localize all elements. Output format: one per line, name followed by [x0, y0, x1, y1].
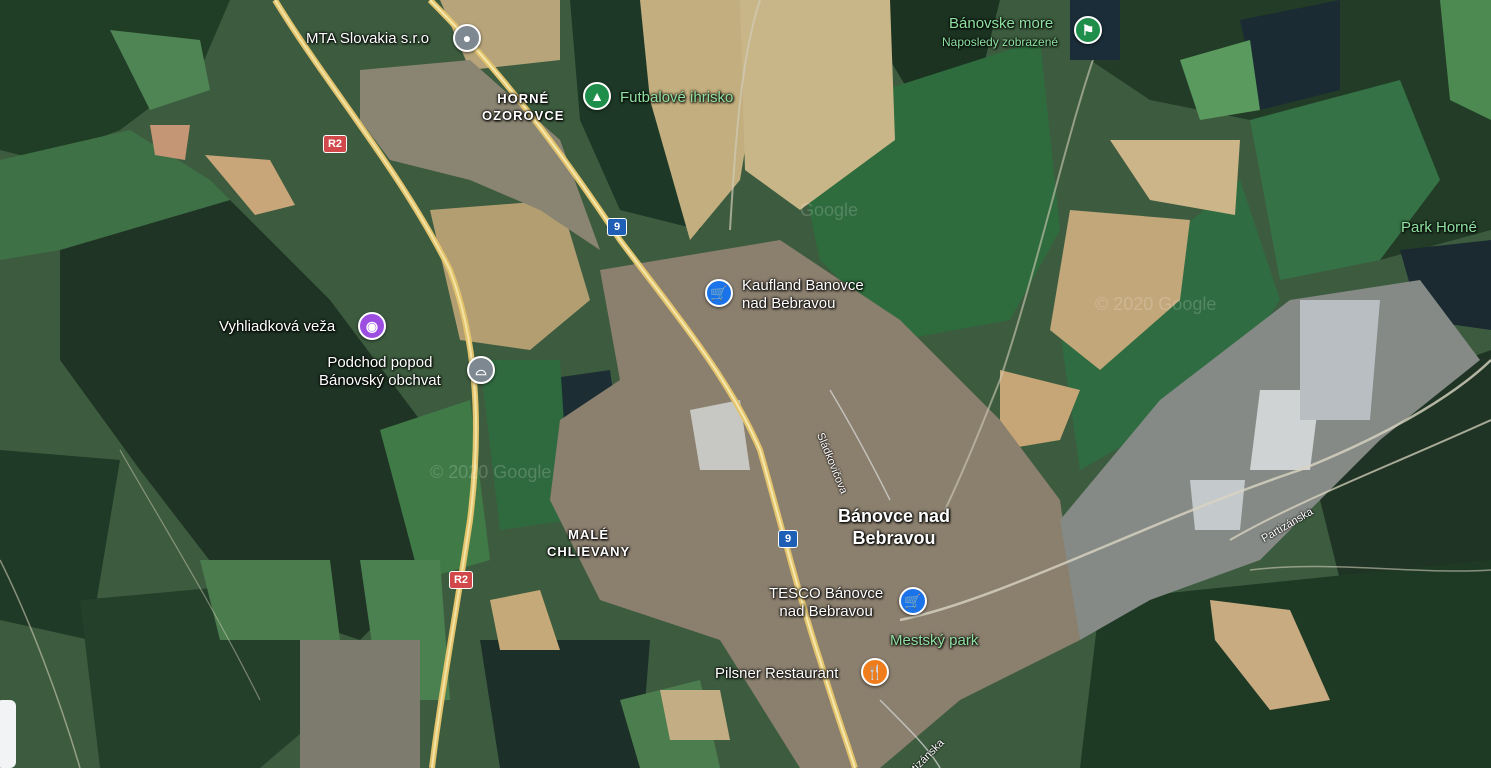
camera-icon[interactable]: ◉: [358, 312, 386, 340]
place-label-park-horne[interactable]: Park Horné: [1401, 219, 1477, 237]
place-label-mestsky-park[interactable]: Mestský park: [890, 632, 978, 650]
road-shield-9: 9: [607, 218, 627, 236]
road-shield-9: 9: [778, 530, 798, 548]
satellite-map[interactable]: Google © 2020 Google © 2020 Google R2 R2…: [0, 0, 1491, 768]
place-label-futbal[interactable]: Futbalové ihrisko: [620, 89, 733, 107]
place-label-banovske-more[interactable]: Bánovske more: [949, 15, 1053, 33]
road-shield-r2: R2: [323, 135, 347, 153]
city-label-banovce: Bánovce nad Bebravou: [838, 506, 951, 548]
place-label-tesco[interactable]: TESCO Bánovce nad Bebravou: [769, 585, 883, 621]
village-label-male-chlievany: MALÉ CHLIEVANY: [547, 527, 631, 559]
restaurant-icon[interactable]: 🍴: [861, 658, 889, 686]
satellite-imagery: [0, 0, 1491, 768]
village-label-horne-ozorovce: HORNÉ OZOROVCE: [482, 91, 565, 123]
google-watermark: © 2020 Google: [1095, 294, 1217, 314]
google-watermark: © 2020 Google: [430, 462, 552, 482]
tree-park-icon[interactable]: ▲: [583, 82, 611, 110]
shopping-cart-icon[interactable]: 🛒: [899, 587, 927, 615]
side-panel-tab[interactable]: [0, 700, 16, 768]
place-pin-icon[interactable]: ●: [453, 24, 481, 52]
road-shield-r2: R2: [449, 571, 473, 589]
google-watermark: Google: [800, 200, 859, 220]
place-label-kaufland[interactable]: Kaufland Banovce nad Bebravou: [742, 277, 864, 313]
bridge-icon[interactable]: ⌓: [467, 356, 495, 384]
shopping-cart-icon[interactable]: 🛒: [705, 279, 733, 307]
place-label-pilsner[interactable]: Pilsner Restaurant: [715, 665, 838, 683]
recently-viewed-label: Naposledy zobrazené: [942, 35, 1059, 49]
place-label-vyhliadkova[interactable]: Vyhliadková veža: [219, 318, 335, 336]
hiking-icon[interactable]: ⚑: [1074, 16, 1102, 44]
place-label-podchod[interactable]: Podchod popod Bánovský obchvat: [319, 354, 441, 390]
place-label-mta[interactable]: MTA Slovakia s.r.o: [306, 30, 429, 48]
